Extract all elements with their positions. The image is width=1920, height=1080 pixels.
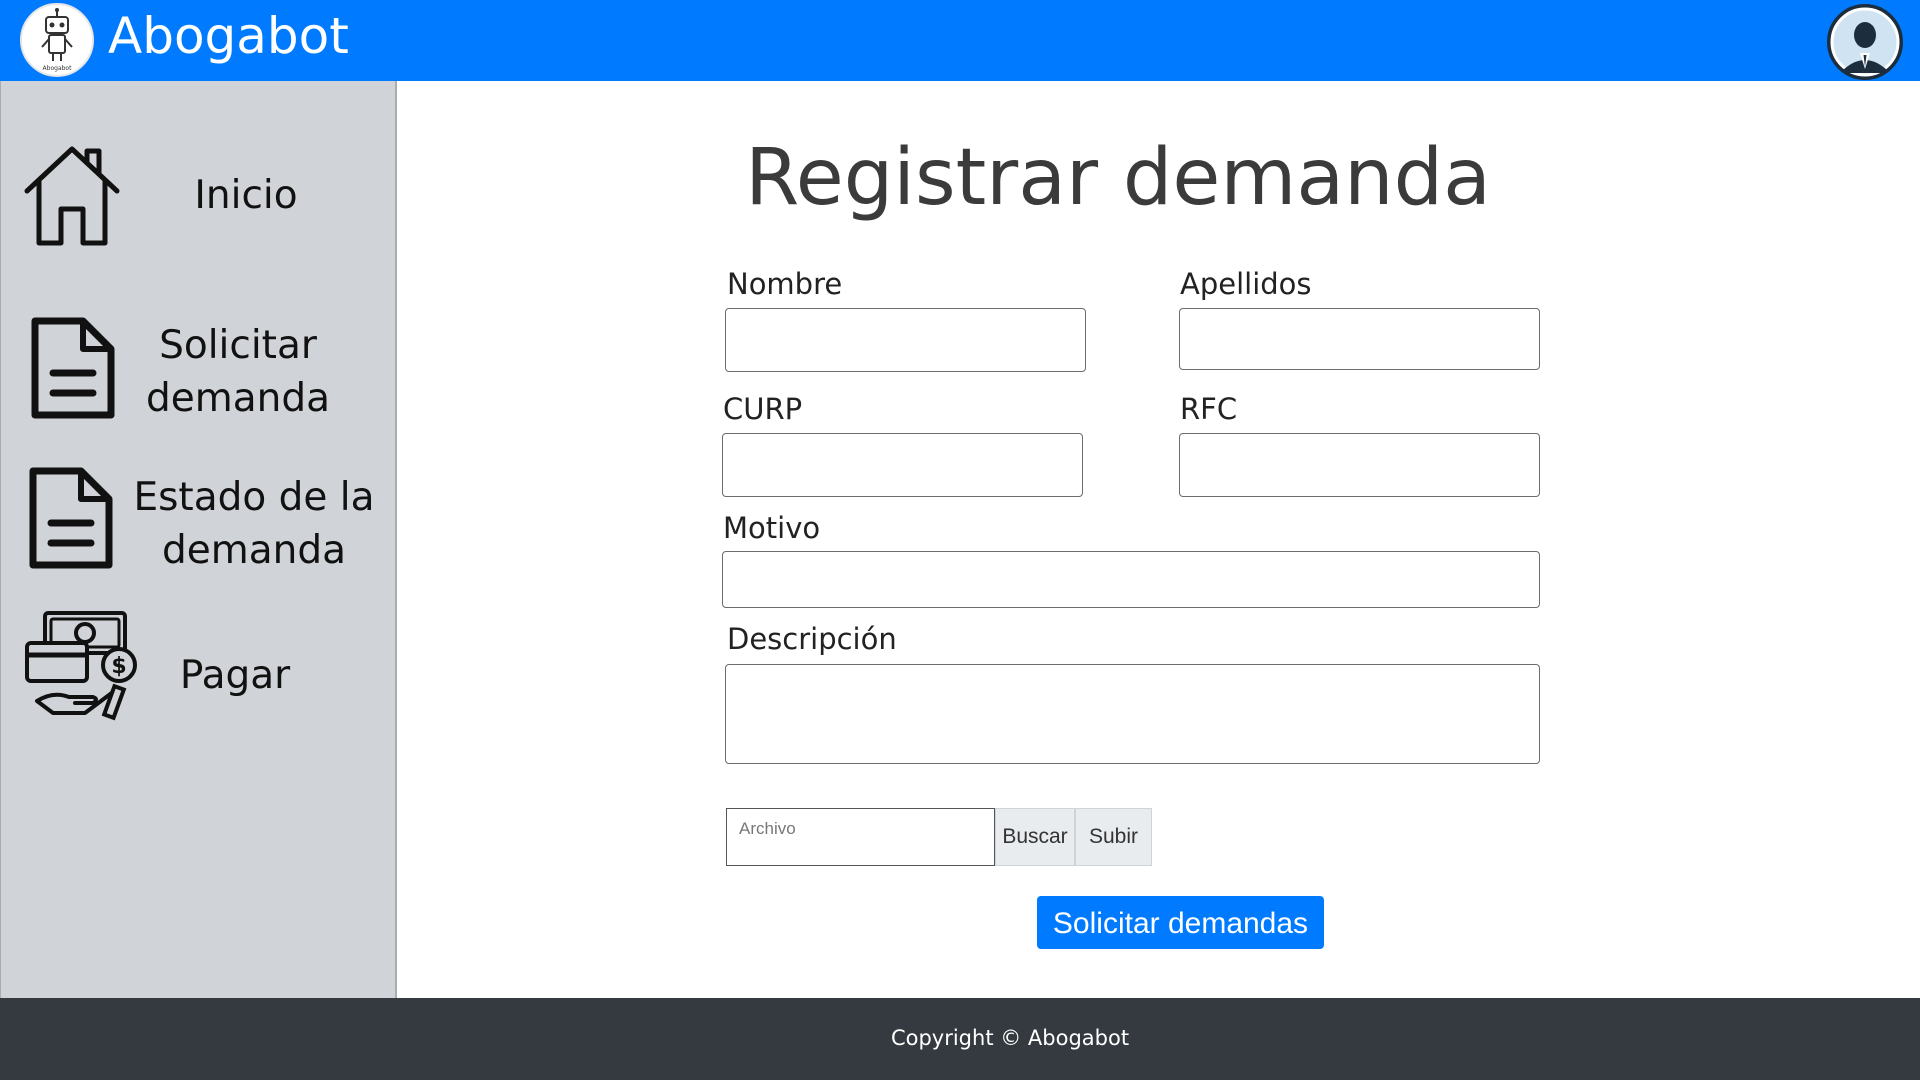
sidebar-item-label: Estado de la demanda bbox=[133, 475, 375, 573]
document-icon bbox=[29, 467, 113, 573]
apellidos-label: Apellidos bbox=[1180, 267, 1312, 301]
upload-button[interactable]: Subir bbox=[1075, 808, 1152, 866]
home-icon bbox=[23, 145, 121, 251]
sidebar-item-label: Solicitar demanda bbox=[145, 323, 330, 421]
curp-input[interactable] bbox=[722, 433, 1083, 497]
motivo-input[interactable] bbox=[722, 551, 1540, 608]
browse-button[interactable]: Buscar bbox=[995, 808, 1075, 866]
apellidos-input[interactable] bbox=[1179, 308, 1540, 370]
logo-text: Abogabot bbox=[43, 65, 73, 72]
file-upload-group: Archivo Buscar Subir bbox=[726, 808, 1152, 866]
rfc-label: RFC bbox=[1180, 392, 1238, 426]
motivo-label: Motivo bbox=[723, 511, 821, 545]
submit-button[interactable]: Solicitar demandas bbox=[1037, 896, 1324, 949]
nombre-input[interactable] bbox=[725, 308, 1086, 372]
curp-label: CURP bbox=[723, 392, 803, 426]
payment-icon: $ bbox=[23, 609, 141, 725]
copyright-text: Copyright © Abogabot bbox=[890, 1026, 1130, 1050]
robot-logo-icon[interactable]: Abogabot bbox=[20, 3, 94, 77]
svg-text:$: $ bbox=[111, 654, 126, 679]
footer: Copyright © Abogabot bbox=[0, 998, 1920, 1080]
sidebar-item-estado-demanda[interactable]: Estado de la demanda bbox=[1, 465, 395, 585]
rfc-input[interactable] bbox=[1179, 433, 1540, 497]
sidebar: Inicio Solicitar demanda Estado de la de… bbox=[0, 81, 397, 998]
document-icon bbox=[31, 317, 115, 423]
brand-title: Abogabot bbox=[108, 7, 349, 65]
sidebar-item-inicio[interactable]: Inicio bbox=[1, 145, 395, 255]
page-title: Registrar demanda bbox=[745, 133, 1491, 223]
sidebar-item-label: Pagar bbox=[179, 653, 291, 698]
nombre-label: Nombre bbox=[727, 267, 843, 301]
user-avatar-icon[interactable] bbox=[1827, 4, 1903, 80]
top-bar: Abogabot Abogabot bbox=[0, 0, 1920, 81]
file-input[interactable]: Archivo bbox=[726, 808, 995, 866]
descripcion-label: Descripción bbox=[727, 622, 897, 656]
sidebar-item-solicitar-demanda[interactable]: Solicitar demanda bbox=[1, 313, 395, 433]
sidebar-item-label: Inicio bbox=[194, 173, 298, 218]
sidebar-item-pagar[interactable]: $ Pagar bbox=[1, 609, 395, 721]
descripcion-textarea[interactable] bbox=[725, 664, 1540, 764]
